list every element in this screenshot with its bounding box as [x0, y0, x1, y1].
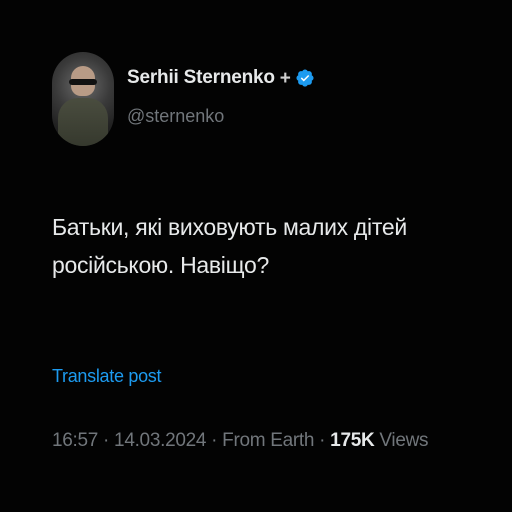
- post-text-line-2: російською. Навіщо?: [52, 252, 269, 278]
- meta-separator: ·: [314, 430, 331, 451]
- author-name-row: Serhii Sternenko +: [127, 64, 315, 92]
- avatar-shirt: [58, 98, 108, 146]
- author-avatar[interactable]: [52, 52, 114, 146]
- post-source: From Earth: [222, 430, 315, 451]
- avatar-glasses: [69, 79, 97, 85]
- post-text: Батьки, які виховують малих дітей російс…: [52, 208, 472, 284]
- views-count[interactable]: 175K: [330, 430, 375, 451]
- post-text-line-1: Батьки, які виховують малих дітей: [52, 214, 407, 240]
- author-handle[interactable]: @sternenko: [127, 106, 224, 127]
- views-label: Views: [379, 430, 429, 451]
- meta-separator: ·: [206, 430, 223, 451]
- verified-badge-icon: [296, 69, 314, 87]
- author-display-name[interactable]: Serhii Sternenko: [127, 67, 275, 89]
- post-card: Serhii Sternenko + @sternenko Батьки, як…: [0, 0, 512, 512]
- post-meta-row: 16:57 · 14.03.2024 · From Earth · 175K V…: [52, 430, 429, 452]
- translate-post-link[interactable]: Translate post: [52, 366, 162, 387]
- post-date[interactable]: 14.03.2024: [114, 430, 206, 451]
- plus-icon: +: [279, 67, 291, 89]
- post-time[interactable]: 16:57: [52, 430, 98, 451]
- meta-separator: ·: [98, 430, 115, 451]
